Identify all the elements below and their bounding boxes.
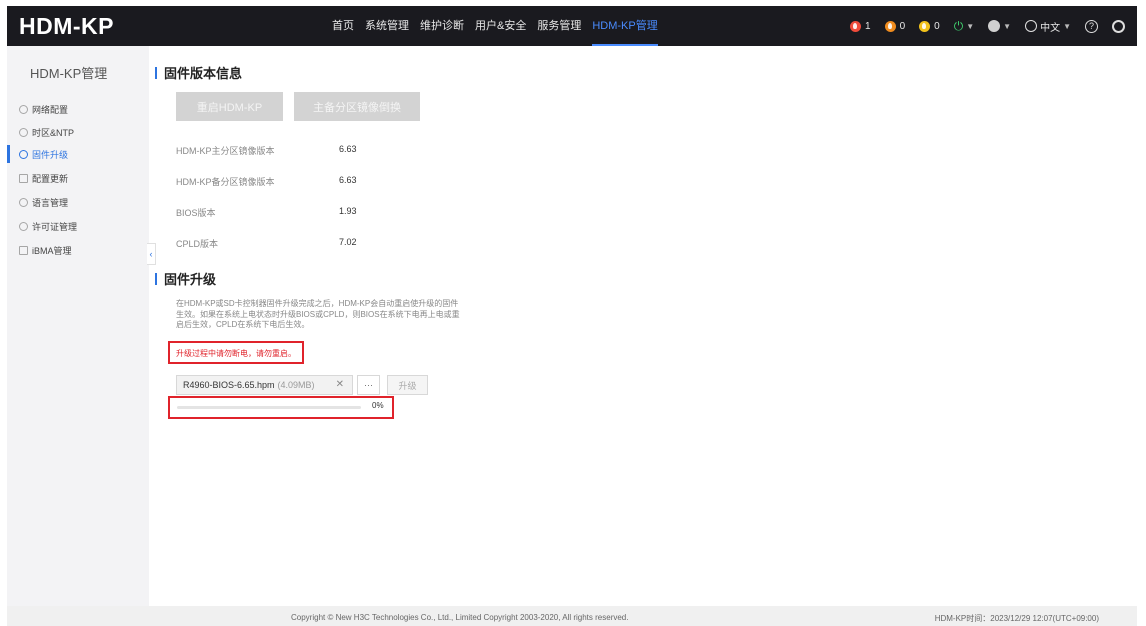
config-icon [19,173,28,183]
language-menu[interactable]: 中文 ▼ [1025,19,1071,34]
clock-icon [19,127,28,137]
file-name: R4960-BIOS-6.65.hpm [183,380,275,390]
switch-partition-button[interactable]: 主备分区镜像倒换 [294,92,420,121]
sidebar-item-license[interactable]: 许可证管理 [19,218,77,234]
sidebar-item-network[interactable]: 网络配置 [19,101,68,117]
logo: HDM-KP [19,12,114,39]
sidebar-item-firmware-upgrade[interactable]: 固件升级 [19,146,68,162]
power-menu[interactable]: ⏻ ▼ [954,19,974,34]
major-alarm-icon [884,20,896,32]
backup-image-label: HDM-KP备分区镜像版本 [176,177,275,187]
language-icon [19,197,28,207]
nav-user-security[interactable]: 用户&安全 [475,6,526,46]
sidebar-item-label: 网络配置 [32,104,69,115]
nav-system-management[interactable]: 系统管理 [365,6,409,46]
upgrade-warning: 升级过程中请勿断电，请勿重启。 [176,349,296,358]
description-line: 在HDM-KP或SD卡控制器固件升级完成之后，HDM-KP会自动重启使升级的固件 [176,299,459,308]
globe-icon [1025,20,1038,32]
cpld-version-value: 7.02 [339,237,357,247]
chevron-left-icon: ‹ [149,249,153,259]
nav-service-management[interactable]: 服务管理 [537,6,581,46]
chevron-down-icon: ▼ [966,21,975,31]
nav-maintenance[interactable]: 维护诊断 [420,6,464,46]
disc-icon [988,20,1001,32]
license-icon [19,221,28,231]
sidebar-item-label: 时区&NTP [32,127,75,138]
major-alarm[interactable]: 0 [884,20,906,32]
copyright-text: Copyright © New H3C Technologies Co., Lt… [291,613,629,622]
file-selector[interactable]: R4960-BIOS-6.65.hpm (4.09MB) ✕ [176,375,353,395]
progress-percent: 0% [372,401,384,410]
active-item-indicator [7,145,10,163]
cpld-version-label: CPLD版本 [176,239,219,249]
sidebar-title: HDM-KP管理 [30,66,108,81]
sidebar-item-language[interactable]: 语言管理 [19,194,68,210]
firmware-upgrade-title: 固件升级 [155,269,216,288]
nav-home[interactable]: 首页 [332,6,354,46]
top-navigation-bar: HDM-KP 首页 系统管理 维护诊断 用户&安全 服务管理 HDM-KP管理 … [7,6,1137,46]
help-button[interactable]: ? [1085,19,1098,33]
hdm-time: HDM-KP时间：2023/12/29 12:07(UTC+09:00) [934,614,1099,623]
minor-alarm-icon [919,20,931,32]
sidebar-item-label: 语言管理 [32,197,69,208]
sidebar-item-label: 固件升级 [32,149,69,160]
primary-image-value: 6.63 [339,144,357,154]
progress-bar [177,406,361,409]
major-alarm-count: 0 [899,20,906,32]
description-line: 生效。如果在系统上电状态时升级BIOS或CPLD，则BIOS在系统下电再上电或重 [176,309,460,319]
upgrade-description: 在HDM-KP或SD卡控制器固件升级完成之后，HDM-KP会自动重启使升级的固件… [176,299,476,331]
clear-file-icon[interactable]: ✕ [336,379,344,390]
user-icon [1112,19,1125,33]
power-icon: ⏻ [953,18,964,33]
critical-alarm[interactable]: 1 [850,20,871,32]
browse-file-button[interactable]: ··· [357,375,380,395]
main-nav: 首页 系统管理 维护诊断 用户&安全 服务管理 HDM-KP管理 [332,6,669,46]
critical-alarm-icon [850,20,862,32]
footer: Copyright © New H3C Technologies Co., Lt… [7,606,1137,626]
upgrade-button[interactable]: 升级 [387,375,428,395]
description-line: 启后生效，CPLD在系统下电后生效。 [176,320,310,329]
sidebar-item-ibma[interactable]: iBMA管理 [19,242,72,258]
minor-alarm[interactable]: 0 [919,20,940,32]
sidebar-item-label: 许可证管理 [32,221,78,232]
sidebar-item-config-update[interactable]: 配置更新 [19,170,68,186]
sidebar-item-timezone-ntp[interactable]: 时区&NTP [19,124,74,140]
file-size: (4.09MB) [277,380,315,390]
help-icon: ? [1085,19,1098,33]
restart-hdm-kp-button[interactable]: 重启HDM-KP [176,92,283,121]
disk-menu[interactable]: ▼ [988,20,1011,32]
nav-hdm-kp-management[interactable]: HDM-KP管理 [592,6,658,46]
upgrade-icon [19,149,28,159]
user-menu[interactable] [1112,19,1125,33]
bios-version-label: BIOS版本 [176,208,216,218]
chevron-down-icon: ▼ [1003,21,1012,31]
network-icon [19,104,28,114]
header-status-area: 1 0 0 ⏻ ▼ ▼ 中文 ▼ ? [836,6,1125,46]
bios-version-value: 1.93 [339,206,357,216]
primary-image-label: HDM-KP主分区镜像版本 [176,146,275,156]
ibma-icon [19,245,28,255]
sidebar-collapse-button[interactable]: ‹ [147,243,156,265]
chevron-down-icon: ▼ [1063,21,1071,31]
firmware-info-title: 固件版本信息 [155,63,242,82]
critical-alarm-count: 1 [865,20,871,32]
sidebar-item-label: iBMA管理 [32,245,72,256]
minor-alarm-count: 0 [934,20,940,32]
backup-image-value: 6.63 [339,175,357,185]
language-label: 中文 [1040,22,1061,34]
sidebar-item-label: 配置更新 [32,173,69,184]
